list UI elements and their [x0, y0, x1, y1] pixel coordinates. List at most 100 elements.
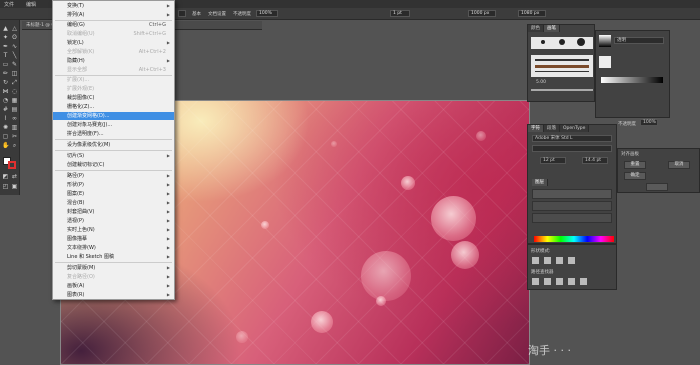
- rotate-tool-icon[interactable]: ↻: [2, 80, 9, 86]
- swatch[interactable]: [599, 56, 611, 68]
- layer-row[interactable]: [532, 213, 612, 223]
- menu-item-shape[interactable]: 形状(P) ▶: [53, 181, 174, 189]
- menu-item-expand-appearance[interactable]: 扩展外观(E): [53, 85, 174, 93]
- magic-wand-icon[interactable]: ✦: [2, 35, 9, 41]
- zoom-tool-icon[interactable]: ⌕: [11, 143, 18, 149]
- cancel-button[interactable]: 取消: [668, 161, 690, 169]
- gradient-tool-icon[interactable]: ▤: [11, 107, 18, 113]
- font-size-field[interactable]: 12 pt: [540, 157, 566, 164]
- opacity-field[interactable]: 100%: [256, 10, 278, 17]
- line-tool-icon[interactable]: ╲: [11, 53, 18, 59]
- color-spectrum-bar[interactable]: [534, 236, 614, 242]
- font-family-field[interactable]: Adobe 宋体 Std L: [532, 135, 612, 142]
- tab-color[interactable]: 颜色: [528, 25, 544, 32]
- trim-icon[interactable]: [544, 278, 551, 285]
- menu-item-blend[interactable]: 混合(B) ▶: [53, 199, 174, 207]
- artboard-tool-icon[interactable]: ▢: [2, 134, 9, 140]
- font-style-field[interactable]: [532, 145, 612, 152]
- symbol-sprayer-icon[interactable]: ✺: [2, 125, 9, 131]
- menu-item-unlock-all[interactable]: 全部解锁(K) Alt+Ctrl+2: [53, 48, 174, 56]
- merge-icon[interactable]: [556, 278, 563, 285]
- menu-item-transform[interactable]: 变换(T) ▶: [53, 2, 174, 10]
- opacity-value[interactable]: 100%: [640, 119, 658, 126]
- menu-item-group[interactable]: 编组(G) Ctrl+G: [53, 21, 174, 29]
- minus-front-icon[interactable]: [544, 257, 551, 264]
- menu-item-show-all[interactable]: 显示全部 Alt+Ctrl+3: [53, 66, 174, 74]
- stroke-field[interactable]: [178, 10, 186, 17]
- menu-item-expand[interactable]: 扩展(X)...: [53, 76, 174, 84]
- ok-button[interactable]: 确定: [624, 172, 646, 180]
- menu-item-path[interactable]: 路径(P) ▶: [53, 172, 174, 180]
- menu-item-artboards[interactable]: 画板(A) ▶: [53, 282, 174, 290]
- menu-item-crop-image[interactable]: 裁剪图像(C): [53, 94, 174, 102]
- gradient-swatch[interactable]: [599, 35, 611, 47]
- slice-tool-icon[interactable]: ✂: [11, 134, 18, 140]
- blend-tool-icon[interactable]: ∞: [11, 116, 18, 122]
- tab-character[interactable]: 字符: [528, 125, 544, 132]
- menu-item-rasterize[interactable]: 栅格化(Z)...: [53, 103, 174, 111]
- stroke-swatch[interactable]: [8, 161, 16, 169]
- menu-item-clipping-mask[interactable]: 剪切蒙版(M) ▶: [53, 264, 174, 272]
- tab-layers[interactable]: 图层: [532, 179, 548, 186]
- tab-opentype[interactable]: OpenType: [560, 125, 590, 132]
- width-tool-icon[interactable]: ⋈: [2, 89, 9, 95]
- direct-selection-tool-icon[interactable]: △: [11, 26, 18, 32]
- menu-item-slice[interactable]: 切片(S) ▶: [53, 152, 174, 160]
- mesh-tool-icon[interactable]: #: [2, 107, 9, 113]
- apply-button[interactable]: [646, 183, 668, 191]
- tab-paragraph[interactable]: 段落: [544, 125, 560, 132]
- curvature-tool-icon[interactable]: ∿: [11, 44, 18, 50]
- tab-brushes[interactable]: 画笔: [544, 25, 560, 32]
- default-colors-icon[interactable]: ◩: [2, 174, 9, 180]
- unite-icon[interactable]: [532, 257, 539, 264]
- selection-tool-icon[interactable]: ▲: [2, 26, 9, 32]
- pencil-tool-icon[interactable]: ✏: [2, 71, 9, 77]
- menu-item-envelope-distort[interactable]: 封套扭曲(V) ▶: [53, 208, 174, 216]
- warp-tool-icon[interactable]: ◌: [11, 89, 18, 95]
- paintbrush-tool-icon[interactable]: ✎: [11, 62, 18, 68]
- lasso-tool-icon[interactable]: ʘ: [11, 35, 18, 41]
- menu-item-compound-path[interactable]: 复合路径(O) ▶: [53, 273, 174, 281]
- reset-button[interactable]: 重置: [624, 161, 646, 169]
- menu-item-create-gradient-mesh[interactable]: 创建渐变网格(D)...: [53, 112, 174, 120]
- gradient-slider[interactable]: [601, 77, 663, 83]
- stroke-pt-field[interactable]: 1 pt: [390, 10, 410, 17]
- swap-colors-icon[interactable]: ⇄: [11, 174, 18, 180]
- hand-tool-icon[interactable]: ✋: [2, 143, 9, 149]
- menu-item-text-wrap[interactable]: 文本绕排(W) ▶: [53, 244, 174, 252]
- pen-tool-icon[interactable]: ✒: [2, 44, 9, 50]
- scale-tool-icon[interactable]: ⤢: [11, 80, 18, 86]
- width-field[interactable]: 1000 px: [468, 10, 496, 17]
- menu-item-line-sketch[interactable]: Line 和 Sketch 图稿 ▶: [53, 253, 174, 261]
- menu-item-pattern[interactable]: 图案(E) ▶: [53, 190, 174, 198]
- exclude-icon[interactable]: [568, 257, 575, 264]
- menu-item-live-paint[interactable]: 实时上色(N) ▶: [53, 226, 174, 234]
- intersect-icon[interactable]: [556, 257, 563, 264]
- height-field[interactable]: 1080 px: [518, 10, 546, 17]
- menu-file[interactable]: 文件: [4, 1, 14, 8]
- crop-icon[interactable]: [568, 278, 575, 285]
- brush-stroke-list[interactable]: [531, 55, 593, 77]
- eyedropper-tool-icon[interactable]: ⌇: [2, 116, 9, 122]
- menu-item-image-trace[interactable]: 图像描摹 ▶: [53, 235, 174, 243]
- menu-item-pixel-perfect[interactable]: 设为像素级优化(M): [53, 141, 174, 149]
- layer-row[interactable]: [532, 189, 612, 199]
- menu-item-object-mosaic[interactable]: 创建对象马赛克(J)...: [53, 121, 174, 129]
- screen-mode-icon[interactable]: ▣: [11, 184, 18, 190]
- doc-setup-label[interactable]: 文档设置: [208, 11, 226, 17]
- outline-icon[interactable]: [580, 278, 587, 285]
- menu-item-lock[interactable]: 锁定(L) ▶: [53, 39, 174, 47]
- layer-row[interactable]: [532, 201, 612, 211]
- draw-mode-icon[interactable]: ◰: [2, 184, 9, 190]
- appearance-label[interactable]: 透明: [614, 37, 664, 44]
- menu-item-flatten-transparency[interactable]: 拼合透明度(F)...: [53, 130, 174, 138]
- column-graph-icon[interactable]: ▥: [11, 125, 18, 131]
- menu-item-hide[interactable]: 隐藏(H) ▶: [53, 57, 174, 65]
- type-tool-icon[interactable]: T: [2, 53, 9, 59]
- perspective-grid-icon[interactable]: ▦: [11, 98, 18, 104]
- rectangle-tool-icon[interactable]: ▭: [2, 62, 9, 68]
- divide-icon[interactable]: [532, 278, 539, 285]
- shape-builder-icon[interactable]: ◔: [2, 98, 9, 104]
- menu-item-trim-marks[interactable]: 创建裁切标记(C): [53, 161, 174, 169]
- menu-edit[interactable]: 编辑: [26, 1, 36, 8]
